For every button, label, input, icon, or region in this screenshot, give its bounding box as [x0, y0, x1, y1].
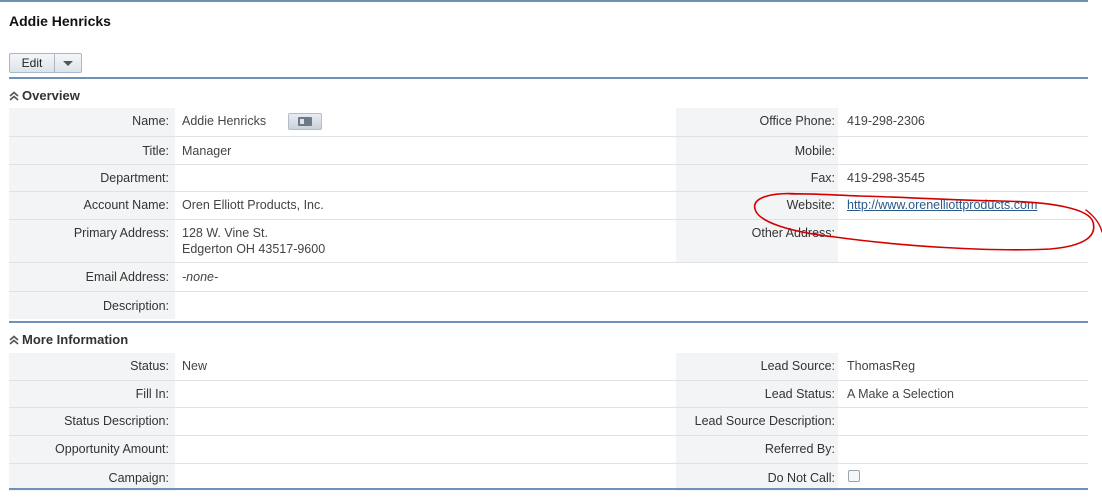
field-label-title: Title: — [142, 144, 169, 158]
field-value-account-name: Oren Elliott Products, Inc. — [182, 198, 324, 212]
collapse-chevron-icon — [9, 334, 19, 345]
field-value-office-phone: 419-298-2306 — [847, 114, 925, 128]
edit-button-group: Edit — [9, 53, 82, 73]
field-label-department: Department: — [100, 171, 169, 185]
field-label-description: Description: — [103, 299, 169, 313]
field-label-other-address: Other Address: — [751, 226, 835, 240]
overview-panel: Name: Addie Henricks Office Phone: 419-2… — [9, 108, 1088, 319]
field-value-title: Manager — [182, 144, 232, 158]
edit-button[interactable]: Edit — [10, 54, 55, 72]
field-label-email: Email Address: — [85, 270, 169, 284]
overview-row-account: Account Name: Oren Elliott Products, Inc… — [9, 192, 1088, 220]
edit-dropdown-button[interactable] — [55, 54, 81, 72]
field-label-status: Status: — [130, 359, 169, 373]
field-value-fax: 419-298-3545 — [847, 171, 925, 185]
field-label-mobile: Mobile: — [794, 144, 835, 158]
field-value-primary-address-line2: Edgerton OH 43517-9600 — [182, 242, 326, 256]
field-value-email: -none- — [182, 270, 219, 284]
overview-row-title: Title: Manager Mobile: — [9, 137, 1088, 165]
field-label-opportunity-amount: Opportunity Amount: — [55, 442, 169, 456]
website-link[interactable]: http://www.orenelliottproducts.com — [847, 198, 1037, 212]
vcard-icon[interactable] — [288, 113, 322, 130]
overview-row-description: Description: — [9, 292, 1088, 319]
field-value-primary-address-line1: 128 W. Vine St. — [182, 226, 268, 240]
field-label-lead-source: Lead Source: — [760, 359, 835, 373]
more-row-fill-in: Fill In: Lead Status: A Make a Selection — [9, 381, 1088, 408]
field-label-name: Name: — [132, 114, 169, 128]
field-label-account-name: Account Name: — [83, 198, 169, 212]
overview-row-address: Primary Address: 128 W. Vine St. Edgerto… — [9, 220, 1088, 263]
field-label-status-description: Status Description: — [64, 414, 169, 428]
field-value-status: New — [182, 359, 208, 373]
field-label-website: Website: — [786, 198, 835, 212]
chevron-down-icon — [63, 60, 73, 66]
field-label-primary-address: Primary Address: — [73, 226, 169, 240]
field-label-office-phone: Office Phone: — [759, 114, 835, 128]
more-info-toggle[interactable]: More Information — [9, 332, 128, 347]
page-title: Addie Henricks — [9, 13, 111, 29]
field-label-do-not-call: Do Not Call: — [767, 471, 835, 485]
top-border — [0, 0, 1088, 2]
collapse-chevron-icon — [9, 90, 19, 101]
field-label-fax: Fax: — [810, 171, 835, 185]
field-label-lead-source-description: Lead Source Description: — [694, 414, 835, 428]
divider — [9, 77, 1088, 79]
do-not-call-checkbox[interactable] — [848, 470, 860, 482]
overview-row-name: Name: Addie Henricks Office Phone: 419-2… — [9, 108, 1088, 137]
more-info-panel: Status: New Lead Source: ThomasReg Fill … — [9, 353, 1088, 491]
field-value-lead-status: A Make a Selection — [847, 387, 955, 401]
overview-row-department: Department: Fax: 419-298-3545 — [9, 165, 1088, 192]
more-row-status-description: Status Description: Lead Source Descript… — [9, 408, 1088, 436]
field-value-lead-source: ThomasReg — [847, 359, 916, 373]
field-value-name: Addie Henricks — [182, 114, 267, 128]
field-label-referred-by: Referred By: — [764, 442, 835, 456]
divider — [9, 488, 1088, 490]
overview-row-email: Email Address: -none- — [9, 263, 1088, 292]
more-row-opportunity: Opportunity Amount: Referred By: — [9, 436, 1088, 464]
section-title-overview: Overview — [22, 88, 80, 103]
more-row-status: Status: New Lead Source: ThomasReg — [9, 353, 1088, 381]
field-label-fill-in: Fill In: — [135, 387, 169, 401]
overview-toggle[interactable]: Overview — [9, 88, 80, 103]
field-value-website: http://www.orenelliottproducts.com — [847, 198, 1037, 212]
divider — [9, 321, 1088, 323]
section-title-more-information: More Information — [22, 332, 129, 347]
more-row-campaign: Campaign: Do Not Call: — [9, 464, 1088, 491]
field-label-campaign: Campaign: — [108, 471, 169, 485]
field-label-lead-status: Lead Status: — [764, 387, 835, 401]
